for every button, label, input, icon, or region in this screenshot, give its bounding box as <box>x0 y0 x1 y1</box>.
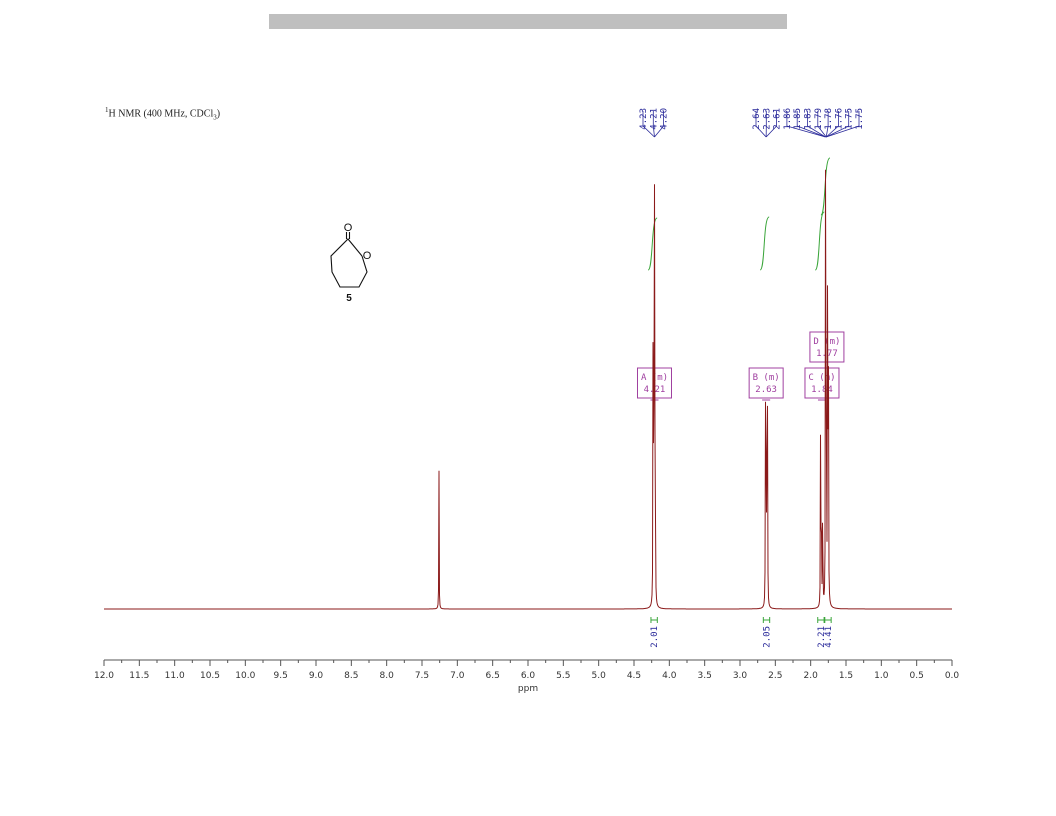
nmr-spectrum-chart: O O 5 4.23 4.21 4.20 2.64 2.63 2.61 1.86 1.85 1.… <box>94 108 960 694</box>
x-tick-label: 11.5 <box>129 671 149 681</box>
ring-bonds <box>330 238 368 288</box>
x-tick-label: 8.0 <box>380 671 395 681</box>
x-tick-label: 5.5 <box>556 671 570 681</box>
x-tick-label: 7.5 <box>415 671 429 681</box>
x-tick-label: 8.5 <box>344 671 358 681</box>
x-tick-label: 3.0 <box>733 671 748 681</box>
x-tick-label: 4.0 <box>662 671 677 681</box>
x-axis-label: ppm <box>518 684 538 694</box>
x-tick-label: 2.0 <box>804 671 819 681</box>
peak-shift-label: 4.21 <box>649 108 659 130</box>
x-tick-label: 9.5 <box>274 671 288 681</box>
peak-shift-label: 4.20 <box>660 108 670 130</box>
x-tick-label: 2.5 <box>768 671 782 681</box>
x-tick-label: 1.0 <box>874 671 889 681</box>
chemical-structure: O O 5 <box>330 222 372 304</box>
x-tick-label: 9.0 <box>309 671 324 681</box>
ring-oxygen-label: O <box>363 250 372 262</box>
x-tick-label: 6.0 <box>521 671 536 681</box>
spectrum-trace <box>104 169 952 610</box>
peak-shift-label: 1.79 <box>814 108 824 130</box>
x-tick-label: 0.0 <box>945 671 960 681</box>
multiplet-label: B (m) <box>753 373 780 383</box>
x-tick-label: 1.5 <box>839 671 853 681</box>
integral-value: 2.01 <box>650 626 660 648</box>
x-tick-label: 4.5 <box>627 671 641 681</box>
x-tick-label: 3.5 <box>698 671 712 681</box>
peak-shift-label: 2.64 <box>752 108 762 130</box>
x-tick-label: 6.5 <box>486 671 500 681</box>
integral-curve <box>647 217 658 271</box>
x-axis: 12.0 11.5 11.0 10.5 10.0 9.5 9.0 8.5 8.0 7.5 7.0 6.… <box>94 659 960 681</box>
compound-number: 5 <box>346 293 352 304</box>
x-tick-label: 5.0 <box>592 671 607 681</box>
x-tick-label: 0.5 <box>910 671 924 681</box>
x-tick-label: 7.0 <box>450 671 465 681</box>
x-tick-label: 10.5 <box>200 671 220 681</box>
x-tick-label: 10.0 <box>235 671 255 681</box>
x-tick-label: 11.0 <box>165 671 185 681</box>
integral-curves <box>647 157 831 271</box>
integral-curve <box>814 211 825 271</box>
integral-values: 2.01 2.05 2.214.41 <box>650 617 834 648</box>
x-tick-label: 12.0 <box>94 671 114 681</box>
integral-curve <box>759 216 770 271</box>
multiplet-boxes: A (m)4.21B (m)2.63C (m)1.84D (m)1.77 <box>636 331 845 401</box>
integral-value: 4.41 <box>824 626 834 648</box>
multiplet-label: C (m) <box>808 373 835 383</box>
multiplet-shift: 2.63 <box>755 385 777 395</box>
peak-shift-label: 2.61 <box>773 108 783 130</box>
carbonyl-oxygen-label: O <box>344 222 353 234</box>
multiplet-shift: 1.84 <box>811 385 833 395</box>
peak-labels: 4.23 4.21 4.20 2.64 2.63 2.61 1.86 1.85 1.83 1.79… <box>639 108 865 138</box>
integral-value: 2.05 <box>763 626 773 648</box>
peak-shift-label: 2.63 <box>762 108 772 130</box>
peak-shift-label: 1.76 <box>834 108 844 130</box>
peak-shift-label: 1.78 <box>824 108 834 130</box>
peak-shift-label: 1.75 <box>845 108 855 130</box>
